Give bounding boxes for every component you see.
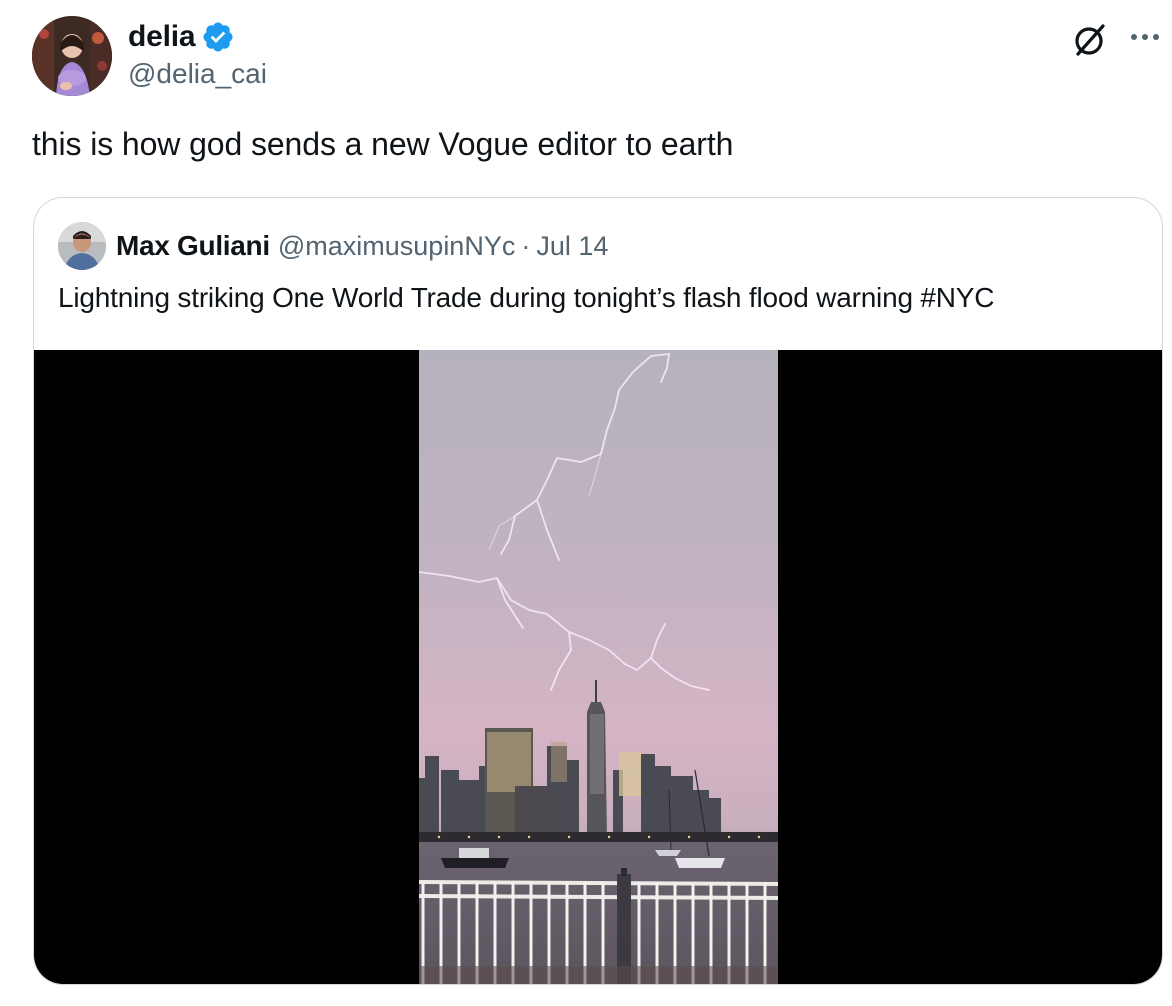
tweet: delia @delia_cai this is how god sends a… [0, 0, 1172, 1006]
author-handle[interactable]: @delia_cai [128, 58, 267, 90]
quoted-author-handle[interactable]: @maximusupinNYc [278, 231, 515, 262]
quoted-tweet[interactable]: Max Guliani @maximusupinNYc · Jul 14 Lig… [33, 197, 1163, 985]
verified-badge-icon [201, 20, 235, 54]
grok-icon[interactable] [1070, 20, 1110, 60]
author-name[interactable]: delia [128, 20, 196, 54]
author-avatar[interactable] [32, 16, 112, 96]
quoted-tweet-text: Lightning striking One World Trade durin… [58, 282, 995, 313]
quoted-author-name[interactable]: Max Guliani [116, 230, 270, 262]
author-name-row[interactable]: delia [128, 18, 235, 56]
tweet-text: this is how god sends a new Vogue editor… [32, 126, 734, 162]
video-frame[interactable] [418, 350, 779, 984]
more-icon[interactable] [1126, 22, 1164, 52]
quoted-header: Max Guliani @maximusupinNYc · Jul 14 [116, 226, 608, 266]
quoted-video[interactable] [34, 350, 1162, 984]
quoted-separator: · [521, 230, 531, 261]
quoted-date[interactable]: Jul 14 [536, 231, 608, 262]
quoted-author-avatar[interactable] [58, 222, 106, 270]
